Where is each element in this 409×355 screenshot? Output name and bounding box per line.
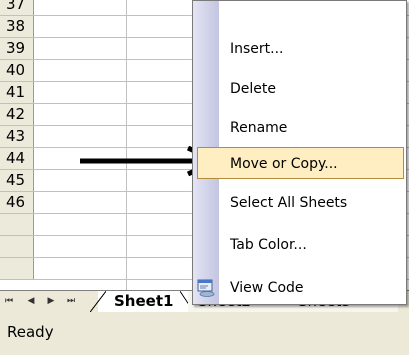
row-header[interactable]: 37	[0, 0, 34, 15]
row-header[interactable]: 39	[0, 38, 34, 59]
menu-item-label: Rename	[230, 120, 288, 136]
row-header[interactable]	[0, 236, 34, 257]
last-sheet-button[interactable]: ⏭	[64, 293, 78, 309]
row-header[interactable]	[0, 258, 34, 279]
menu-item-label: Select All Sheets	[230, 195, 348, 211]
menu-item-label: View Code	[230, 280, 304, 296]
first-sheet-button[interactable]: ⏮	[2, 293, 16, 309]
menu-item-move-or-copy[interactable]: Move or Copy...	[197, 147, 404, 179]
row-header[interactable]: 38	[0, 16, 34, 37]
row-header[interactable]: 42	[0, 104, 34, 125]
menu-item-tab-color[interactable]: Tab Color...	[197, 229, 404, 261]
menu-item-select-all-sheets[interactable]: Select All Sheets	[197, 187, 404, 219]
menu-item-label: Insert...	[230, 41, 284, 57]
tab-sheet1[interactable]: Sheet1	[90, 291, 194, 312]
row-header[interactable]: 45	[0, 170, 34, 191]
menu-item-insert[interactable]: Insert...	[197, 33, 404, 65]
previous-sheet-button[interactable]: ◀	[24, 293, 38, 309]
row-header[interactable]: 40	[0, 60, 34, 81]
row-header[interactable]	[0, 214, 34, 235]
menu-item-rename[interactable]: Rename	[197, 112, 404, 144]
row-header[interactable]: 41	[0, 82, 34, 103]
menu-item-view-code[interactable]: View Code	[197, 272, 404, 304]
status-bar: Ready	[0, 313, 409, 355]
menu-item-label: Tab Color...	[230, 237, 307, 253]
context-menu: Insert... Delete Rename Move or Copy... …	[192, 0, 407, 305]
row-header[interactable]: 46	[0, 192, 34, 213]
row-header[interactable]: 43	[0, 126, 34, 147]
row-header[interactable]: 44	[0, 148, 34, 169]
next-sheet-button[interactable]: ▶	[44, 293, 58, 309]
menu-item-delete[interactable]: Delete	[197, 73, 404, 105]
tab-edge	[90, 291, 106, 312]
menu-item-label: Move or Copy...	[230, 156, 338, 172]
view-code-icon	[197, 279, 215, 297]
tab-label: Sheet1	[114, 292, 174, 310]
status-text: Ready	[7, 323, 54, 341]
menu-item-label: Delete	[230, 81, 276, 97]
